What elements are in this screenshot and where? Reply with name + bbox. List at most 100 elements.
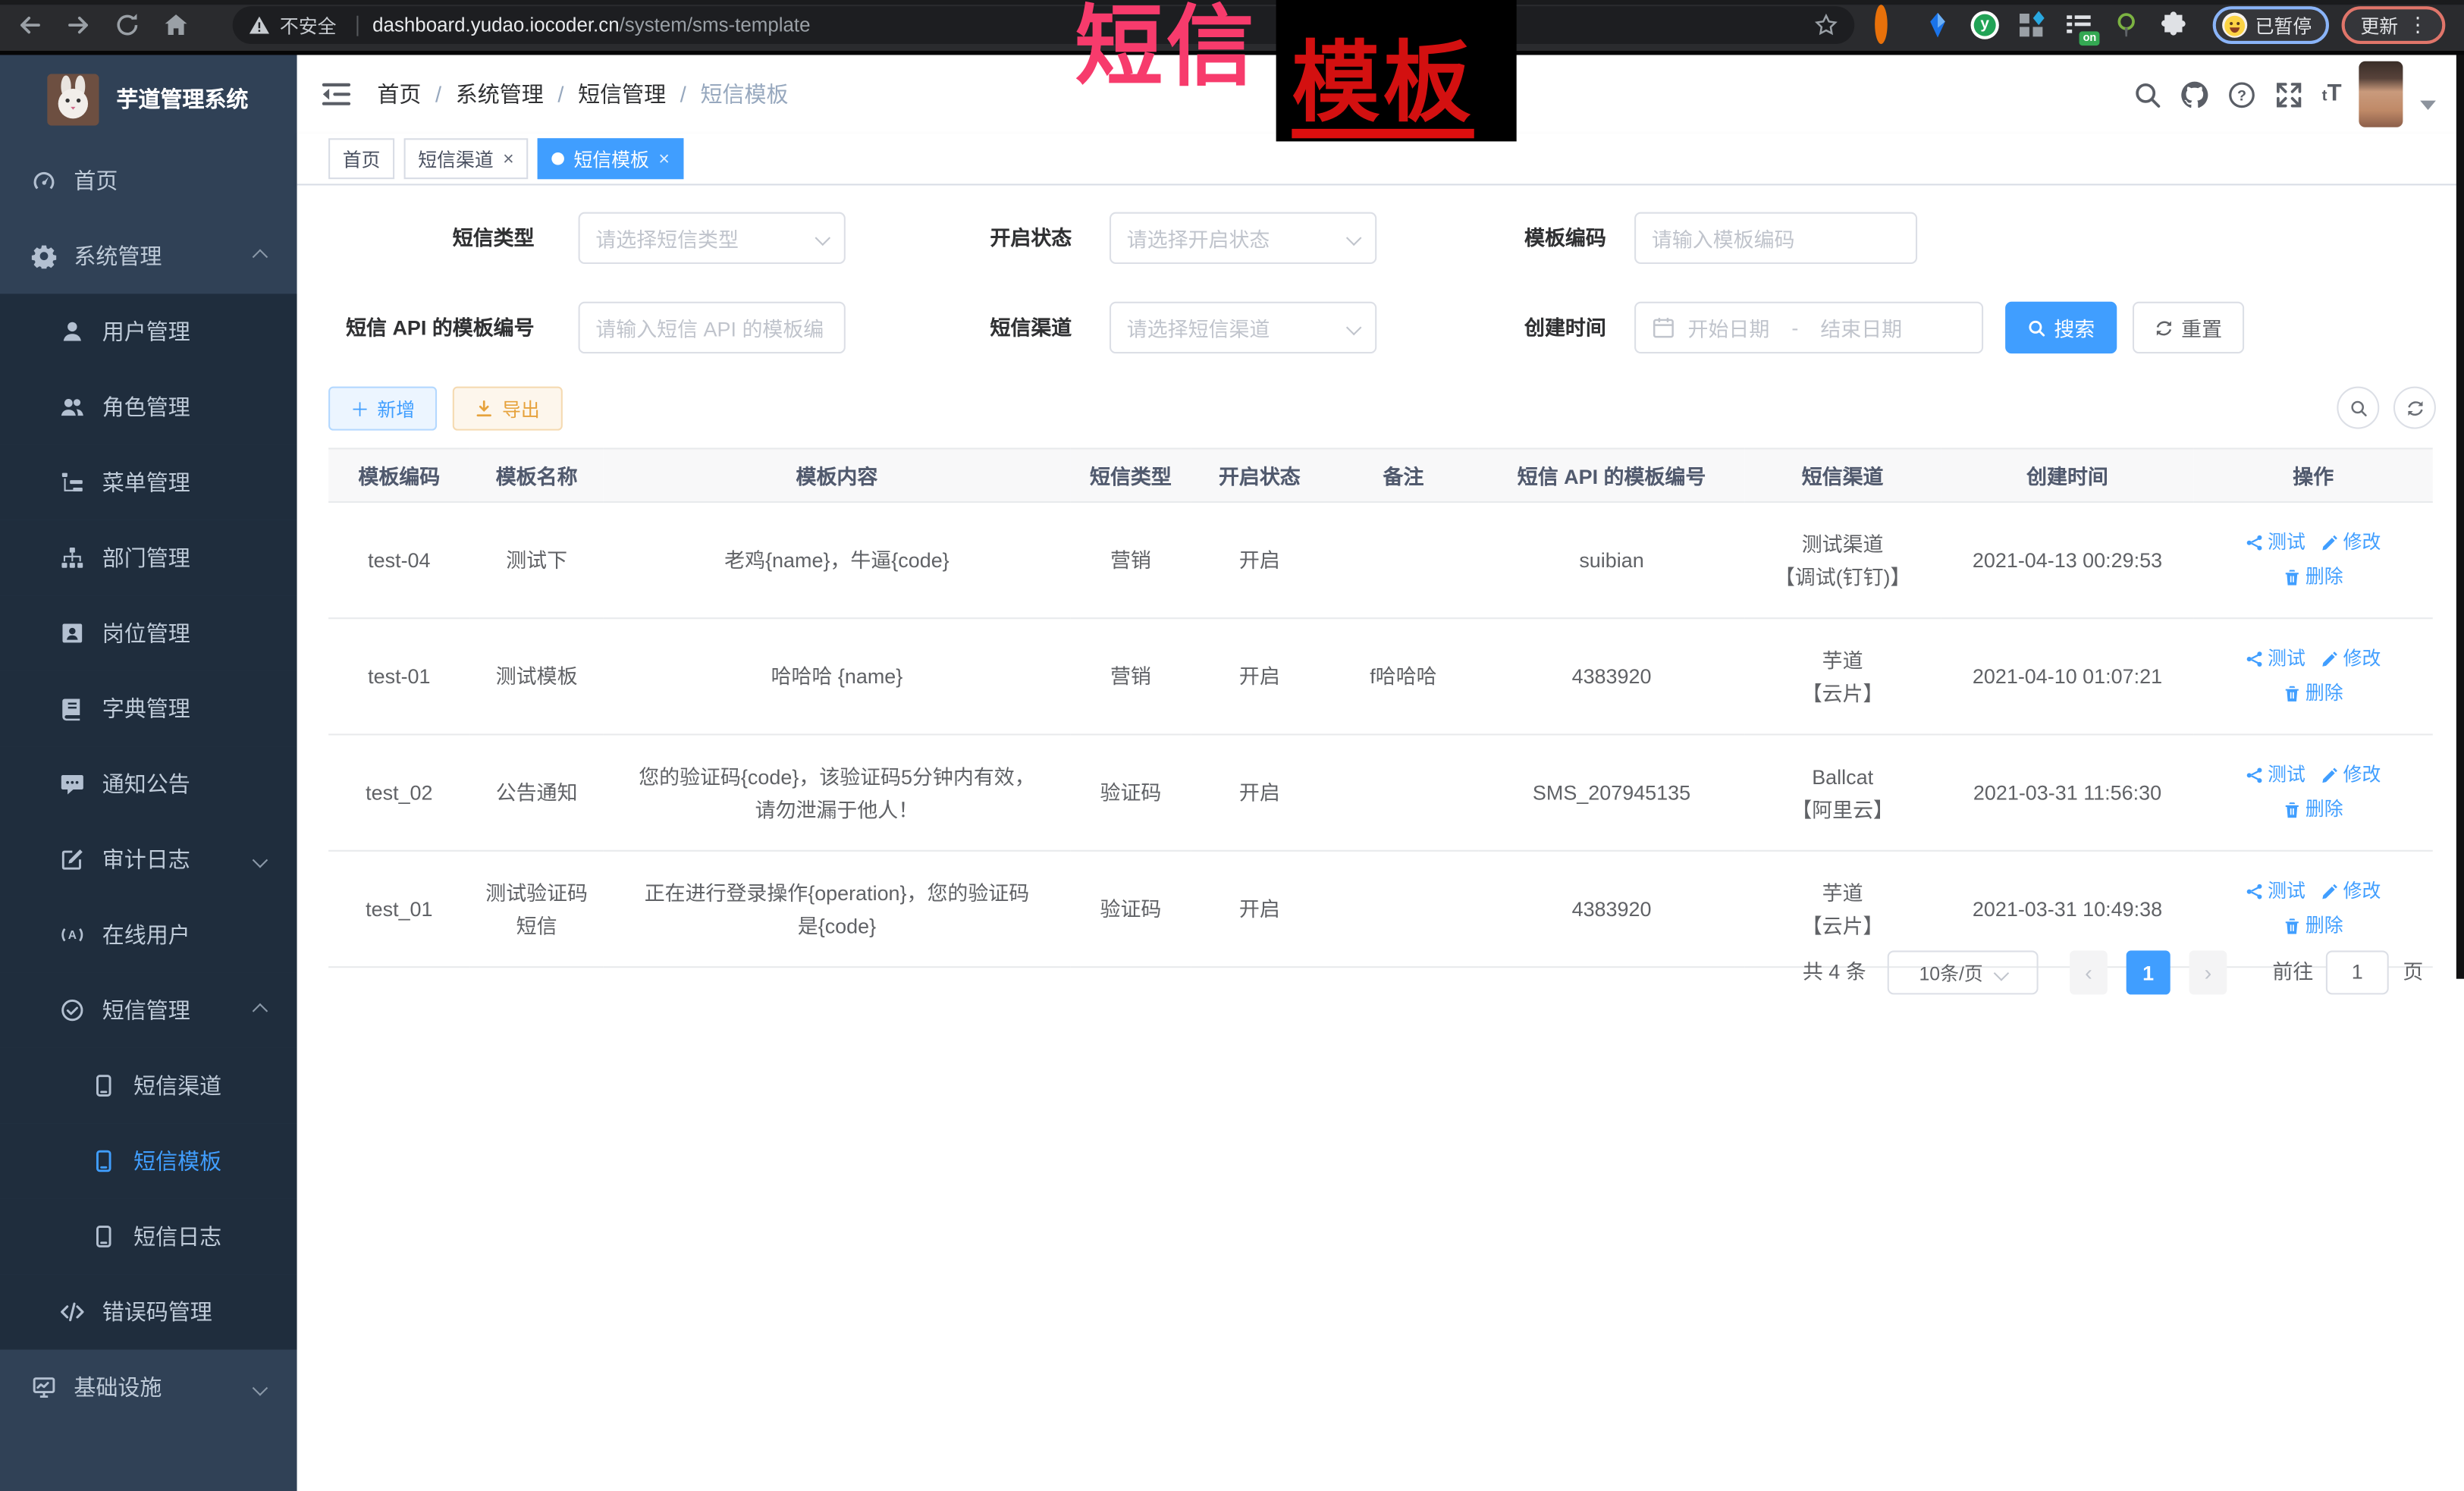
browser-update-button[interactable]: 更新 ⋮ (2342, 6, 2446, 44)
extension-on-badge: on (2079, 31, 2099, 46)
current-page-button[interactable]: 1 (2127, 950, 2171, 994)
template-code-input[interactable]: 请输入模板编码 (1634, 212, 1917, 264)
sms-type-select[interactable]: 请选择短信类型 (579, 212, 846, 264)
close-icon[interactable]: × (658, 149, 670, 168)
address-bar[interactable]: 不安全 dashboard.yudao.iocoder.cn/system/sm… (233, 6, 1855, 44)
cell-actions: 测试修改删除 (2194, 502, 2433, 618)
filter-label-channel: 短信渠道 (868, 302, 1072, 353)
test-link[interactable]: 测试 (2246, 526, 2305, 559)
extension-green-pen-icon[interactable] (2112, 11, 2140, 39)
extension-blue-kite-icon[interactable] (1923, 11, 1951, 39)
sidebar-item-error-code[interactable]: 错误码管理 (0, 1274, 297, 1349)
status-select[interactable]: 请选择开启状态 (1110, 212, 1376, 264)
add-button[interactable]: ＋ 新增 (328, 387, 437, 431)
edit-icon (2321, 533, 2339, 551)
sidebar-toggle-icon[interactable] (321, 80, 352, 108)
bookmark-star-icon[interactable] (1813, 13, 1838, 38)
not-secure-label: 不安全 (280, 12, 337, 39)
extension-y-icon[interactable]: y (1971, 11, 1999, 39)
delete-link[interactable]: 删除 (2284, 560, 2343, 594)
phone-icon (91, 1073, 116, 1098)
breadcrumb-item-0[interactable]: 首页 (377, 79, 421, 110)
font-size-icon[interactable]: tT (2322, 78, 2342, 111)
sidebar-item-dept[interactable]: 部门管理 (0, 520, 297, 595)
sidebar-item-user[interactable]: 用户管理 (0, 293, 297, 369)
refresh-table-button[interactable] (2393, 387, 2436, 429)
sidebar-logo[interactable]: 芋道管理系统 (0, 55, 297, 143)
toggle-search-button[interactable] (2337, 387, 2379, 429)
edit-link[interactable]: 修改 (2321, 642, 2381, 675)
sidebar-item-system[interactable]: 系统管理 (0, 218, 297, 293)
prev-page-button[interactable]: ‹ (2070, 950, 2108, 994)
not-secure-icon (248, 14, 270, 36)
sidebar-item-notice[interactable]: 通知公告 (0, 746, 297, 821)
browser-home-icon[interactable] (162, 11, 190, 39)
scrollbar-thumb[interactable] (2456, 55, 2464, 979)
delete-link[interactable]: 删除 (2284, 909, 2343, 942)
breadcrumb-item-2[interactable]: 短信管理 (578, 79, 666, 110)
delete-link[interactable]: 删除 (2284, 676, 2343, 710)
reset-button[interactable]: 重置 (2133, 302, 2244, 353)
user-avatar[interactable] (2359, 61, 2403, 127)
breadcrumb-item-1[interactable]: 系统管理 (456, 79, 544, 110)
address-divider (356, 15, 358, 36)
test-link[interactable]: 测试 (2246, 758, 2305, 792)
profile-label: 已暂停 (2255, 12, 2312, 39)
github-icon[interactable] (2180, 80, 2210, 109)
test-link[interactable]: 测试 (2246, 642, 2305, 675)
tab-0[interactable]: 首页 (328, 138, 394, 179)
sidebar-item-home[interactable]: 首页 (0, 143, 297, 218)
help-icon[interactable]: ? (2227, 80, 2257, 109)
test-link[interactable]: 测试 (2246, 874, 2305, 908)
sidebar-item-sms-template[interactable]: 短信模板 (0, 1123, 297, 1198)
fullscreen-icon[interactable] (2274, 80, 2304, 109)
delete-link[interactable]: 删除 (2284, 793, 2343, 826)
tab-2[interactable]: 短信模板× (538, 138, 684, 179)
edit-link[interactable]: 修改 (2321, 526, 2381, 559)
edit-icon (2321, 882, 2339, 899)
sidebar-item-sms-channel[interactable]: 短信渠道 (0, 1048, 297, 1123)
gear-icon (31, 243, 56, 268)
breadcrumb-item-3: 短信模板 (701, 79, 789, 110)
extension-grid-icon[interactable] (2018, 11, 2046, 39)
sidebar-item-role[interactable]: 角色管理 (0, 369, 297, 444)
export-button[interactable]: 导出 (453, 387, 563, 431)
browser-forward-icon[interactable] (64, 11, 93, 39)
sidebar-item-dict[interactable]: 字典管理 (0, 671, 297, 746)
date-range-picker[interactable]: 开始日期 - 结束日期 (1634, 302, 1983, 353)
browser-reload-icon[interactable] (113, 11, 141, 39)
close-icon[interactable]: × (503, 149, 514, 168)
sidebar-item-sms[interactable]: 短信管理 (0, 972, 297, 1047)
extension-list-icon[interactable]: on (2065, 11, 2093, 39)
edit-link[interactable]: 修改 (2321, 758, 2381, 792)
sidebar-item-label: 角色管理 (102, 391, 190, 422)
sidebar-item-post[interactable]: 岗位管理 (0, 595, 297, 670)
sidebar-item-audit-log[interactable]: 审计日志 (0, 821, 297, 896)
api-template-id-input[interactable]: 请输入短信 API 的模板编 (579, 302, 846, 353)
sidebar-item-sms-log[interactable]: 短信日志 (0, 1199, 297, 1274)
extensions-puzzle-icon[interactable] (2159, 11, 2187, 39)
sidebar-item-online-user[interactable]: A在线用户 (0, 897, 297, 972)
cell-api-id: 4383920 (1479, 618, 1744, 734)
chevron-down-icon (253, 852, 268, 868)
tab-label: 短信渠道 (418, 146, 493, 172)
channel-select[interactable]: 请选择短信渠道 (1110, 302, 1376, 353)
next-page-button[interactable]: › (2189, 950, 2227, 994)
goto-page-input[interactable]: 1 (2326, 950, 2389, 994)
extension-orange-ring-icon[interactable] (1876, 11, 1904, 39)
page-size-select[interactable]: 10条/页 (1888, 950, 2039, 994)
avatar-caret-icon[interactable] (2420, 101, 2436, 110)
chevron-down-icon (1346, 231, 1362, 246)
cell-status: 开启 (1191, 502, 1328, 618)
header-search-icon[interactable] (2133, 80, 2163, 109)
browser-profile-button[interactable]: 已暂停 (2213, 6, 2329, 44)
browser-menu-icon[interactable]: ⋮ (2408, 17, 2428, 33)
tab-1[interactable]: 短信渠道 × (404, 138, 529, 179)
sidebar-item-menu[interactable]: 菜单管理 (0, 444, 297, 519)
edit-link[interactable]: 修改 (2321, 874, 2381, 908)
search-button[interactable]: 搜索 (2005, 302, 2117, 353)
cell-api-id: suibian (1479, 502, 1744, 618)
sidebar-item-infra[interactable]: 基础设施 (0, 1350, 297, 1425)
table-row: test-01测试模板哈哈哈 {name}营销开启f哈哈哈4383920芋道 【… (328, 618, 2433, 734)
browser-back-icon[interactable] (16, 11, 44, 39)
